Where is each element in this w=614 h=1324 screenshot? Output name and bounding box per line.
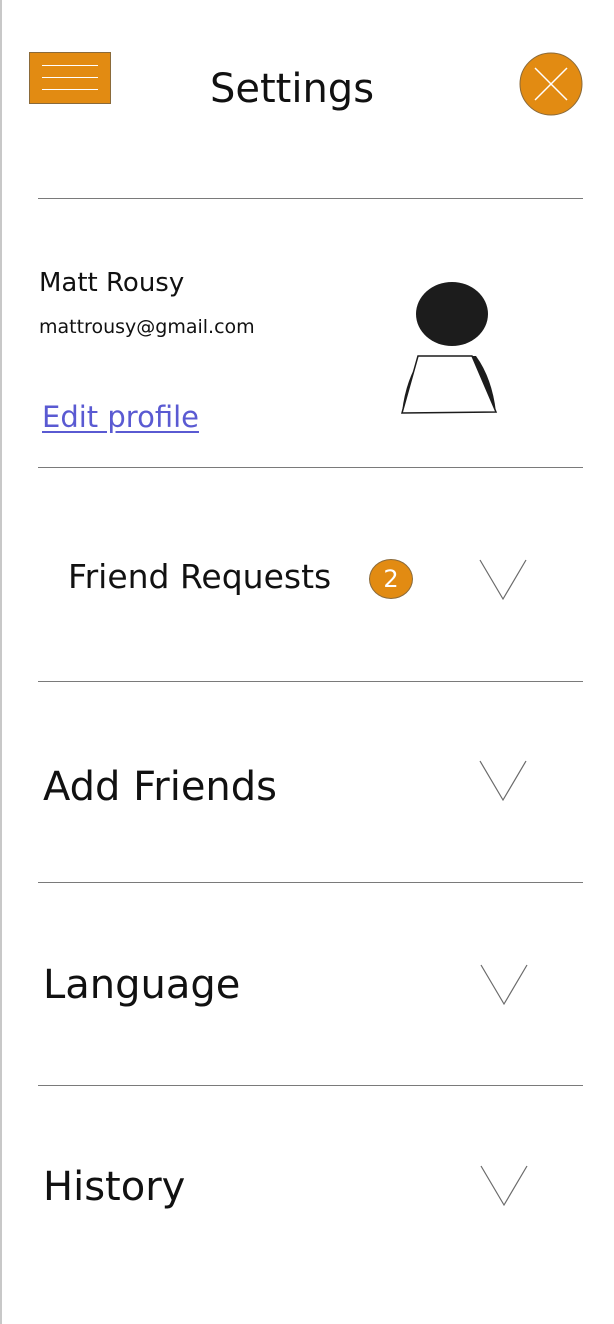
- history-label: History: [43, 1164, 186, 1210]
- friend-requests-label: Friend Requests: [68, 557, 332, 596]
- friend-requests-badge: 2: [369, 559, 413, 599]
- hamburger-menu-icon[interactable]: [29, 52, 111, 104]
- add-friends-row[interactable]: Add Friends: [38, 682, 583, 882]
- chevron-down-icon[interactable]: [480, 1165, 528, 1207]
- divider: [38, 198, 583, 199]
- chevron-down-icon[interactable]: [479, 559, 527, 601]
- friend-requests-row[interactable]: Friend Requests 2: [38, 468, 583, 681]
- chevron-down-icon[interactable]: [479, 760, 527, 802]
- chevron-down-icon[interactable]: [480, 964, 528, 1006]
- settings-panel: Settings Matt Rousy mattrousy@gmail.com …: [0, 0, 614, 1324]
- edit-profile-link[interactable]: Edit profile: [42, 398, 199, 436]
- page-title: Settings: [209, 66, 375, 112]
- history-row[interactable]: History: [38, 1086, 583, 1286]
- user-avatar-icon: [394, 278, 504, 420]
- close-icon[interactable]: [519, 52, 583, 116]
- language-label: Language: [43, 962, 241, 1008]
- profile-email: mattrousy@gmail.com: [39, 316, 255, 338]
- add-friends-label: Add Friends: [43, 764, 278, 810]
- profile-name: Matt Rousy: [39, 268, 185, 298]
- language-row[interactable]: Language: [38, 883, 583, 1085]
